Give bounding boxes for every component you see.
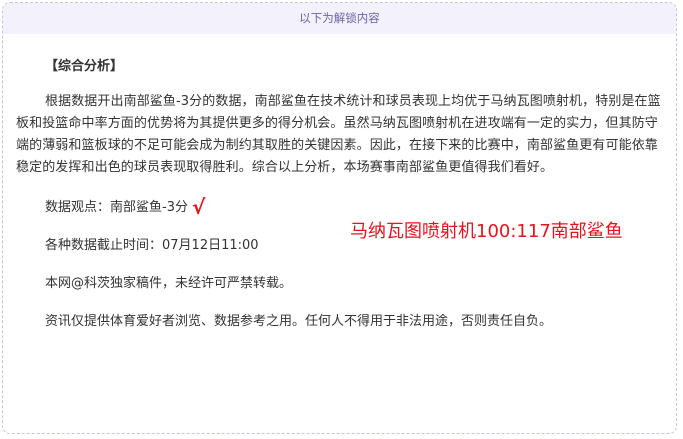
check-mark-icon: √ bbox=[191, 195, 206, 219]
copyright-notice: 本网@科茨独家稿件，未经许可严禁转载。 bbox=[45, 276, 293, 291]
viewpoint-line: 数据观点：南部鲨鱼-3分 √ bbox=[45, 197, 666, 218]
analysis-paragraph: 根据数据开出南部鲨鱼-3分的数据，南部鲨鱼在技术统计和球员表现上均优于马纳瓦图喷… bbox=[16, 94, 661, 175]
section-heading: 【综合分析】 bbox=[45, 59, 124, 74]
article-body: 【综合分析】 根据数据开出南部鲨鱼-3分的数据，南部鲨鱼在技术统计和球员表现上均… bbox=[16, 34, 666, 332]
final-score-result: 马纳瓦图喷射机100:117南部鲨鱼 bbox=[350, 221, 623, 242]
viewpoint-text: 数据观点：南部鲨鱼-3分 bbox=[45, 200, 188, 215]
disclaimer-notice: 资讯仅提供体育爱好者浏览、数据参考之用。任何人不得用于非法用途，否则责任自负。 bbox=[45, 314, 553, 329]
unlock-banner: 以下为解锁内容 bbox=[3, 3, 676, 34]
unlocked-content-panel: 以下为解锁内容 【综合分析】 根据数据开出南部鲨鱼-3分的数据，南部鲨鱼在技术统… bbox=[2, 2, 677, 434]
